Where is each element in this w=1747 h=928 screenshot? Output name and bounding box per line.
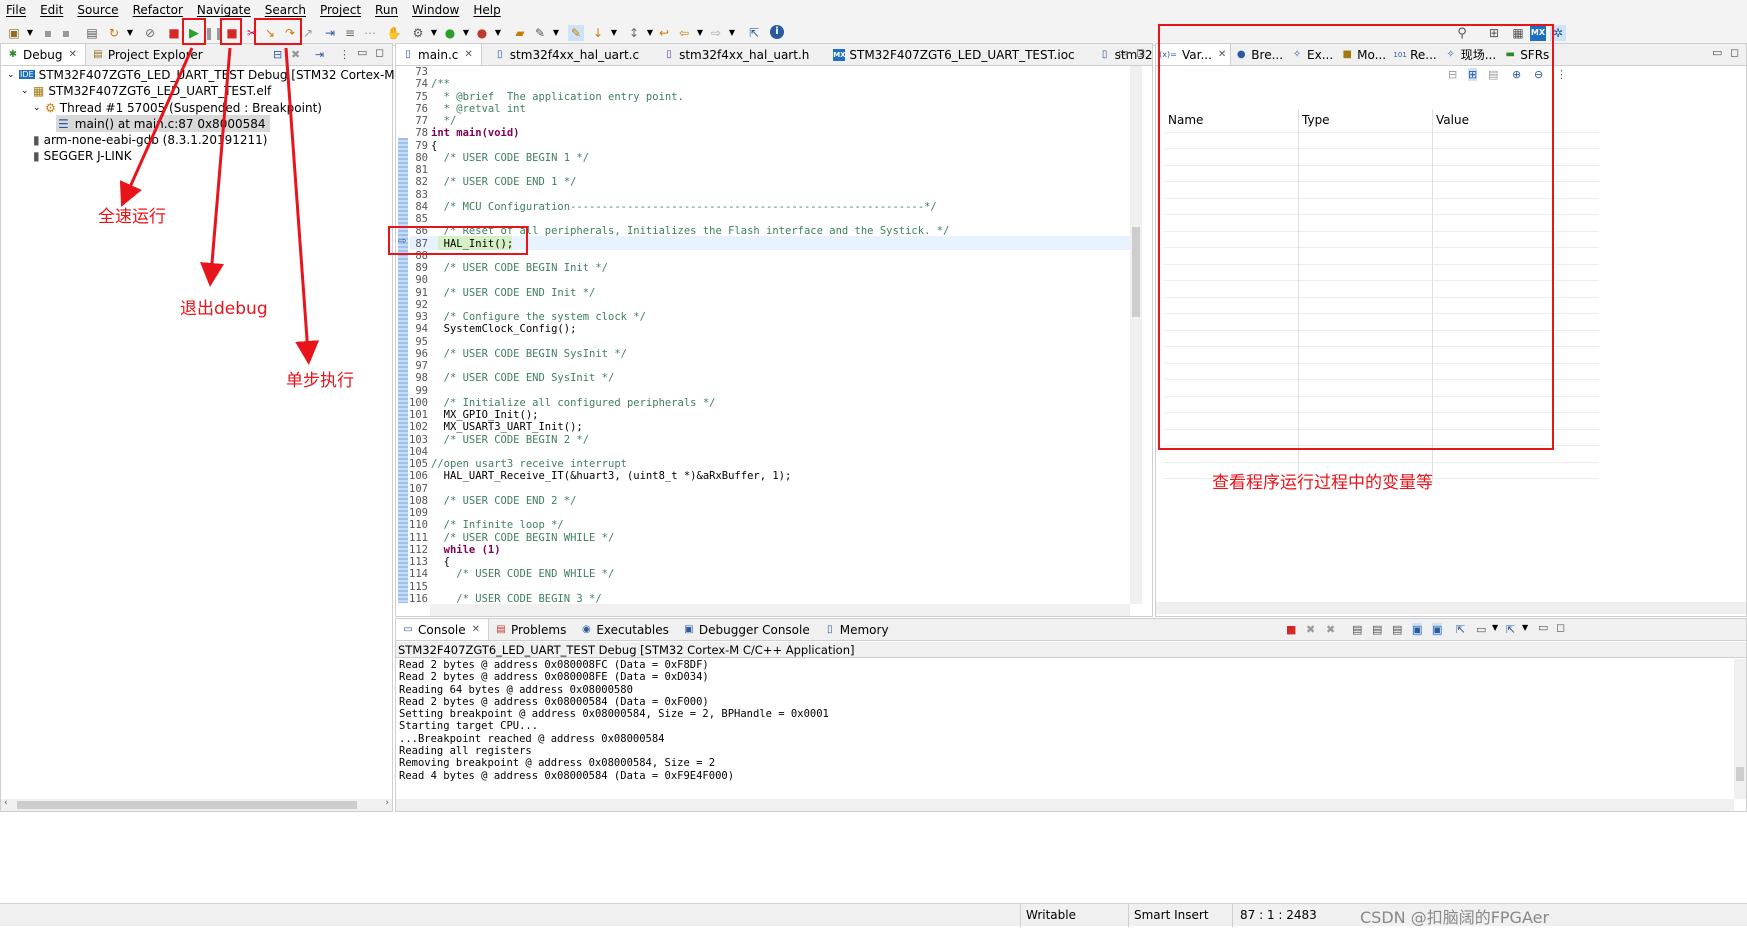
annotation-arrows <box>119 47 320 365</box>
annotation-variables: 查看程序运行过程中的变量等 <box>1212 473 1433 493</box>
arrow-resume <box>119 47 194 207</box>
arrow-terminate <box>200 47 232 287</box>
arrow-step <box>284 47 320 365</box>
annotation-resume: 全速运行 <box>98 207 166 227</box>
annotation-step: 单步执行 <box>286 371 354 391</box>
annotation-terminate: 退出debug <box>180 299 268 319</box>
